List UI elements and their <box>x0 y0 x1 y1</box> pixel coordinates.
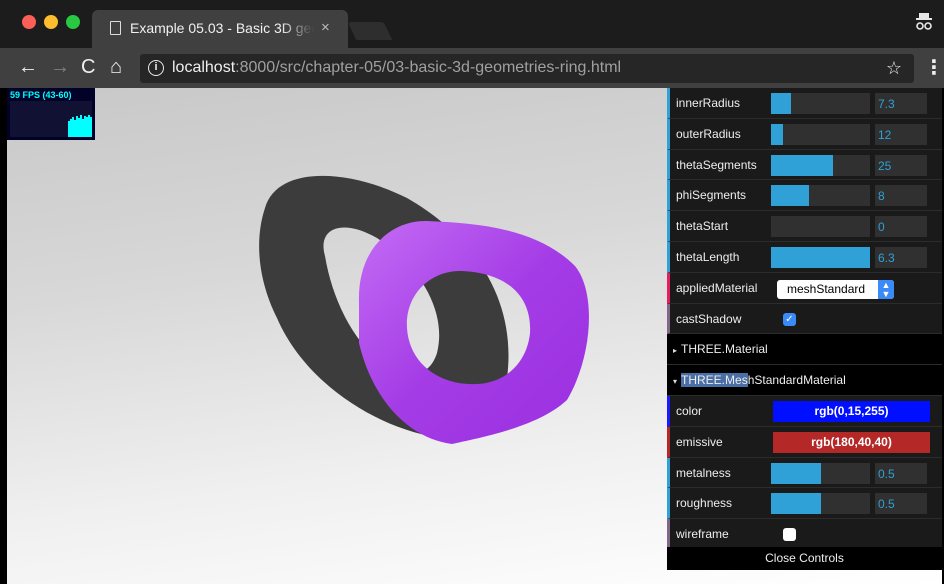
innerRadius-input[interactable]: 7.3 <box>875 93 927 114</box>
controls-panel: innerRadius 7.3 outerRadius 12 thetaSegm… <box>667 88 942 570</box>
slider-fill <box>771 185 809 207</box>
folder-three-material[interactable]: ▸ THREE.Material <box>667 334 942 366</box>
url-text[interactable]: localhost:8000/src/chapter-05/03-basic-3… <box>172 59 621 77</box>
control-castShadow: castShadow ✓ <box>667 303 942 335</box>
phiSegments-slider[interactable] <box>771 185 870 207</box>
slider-fill <box>771 246 870 268</box>
page-icon <box>110 21 121 35</box>
slider-fill <box>771 123 783 145</box>
url-host: localhost <box>172 59 236 76</box>
slider-fill <box>771 462 821 484</box>
control-label: appliedMaterial <box>676 280 758 295</box>
roughness-slider[interactable] <box>771 493 870 515</box>
control-appliedMaterial: appliedMaterial meshStandard ▲ ▼ <box>667 272 942 304</box>
fps-bar <box>90 117 92 137</box>
control-wireframe: wireframe <box>667 519 942 550</box>
tab-title: Example 05.03 - Basic 3D geometries - Ri… <box>130 20 314 36</box>
maximize-window-button[interactable] <box>66 15 80 29</box>
control-label: thetaLength <box>676 249 740 264</box>
new-tab-button[interactable] <box>347 22 393 40</box>
thetaStart-input[interactable]: 0 <box>875 216 927 238</box>
home-button[interactable]: ⌂ <box>110 55 122 79</box>
bookmark-star-icon[interactable]: ☆ <box>886 58 902 79</box>
control-label: phiSegments <box>676 188 747 203</box>
outerRadius-slider[interactable] <box>771 123 870 145</box>
thetaStart-slider[interactable] <box>771 216 870 238</box>
control-thetaLength: thetaLength 6.3 <box>667 241 942 273</box>
back-button[interactable]: ← <box>18 55 38 79</box>
minimize-window-button[interactable] <box>44 15 58 29</box>
reload-button[interactable]: C <box>81 55 95 79</box>
browser-menu-button[interactable]: ⋮ <box>924 56 944 80</box>
folder-label-selected: THREE.Mes <box>681 373 748 388</box>
close-window-button[interactable] <box>22 15 36 29</box>
control-label: roughness <box>676 496 733 511</box>
wireframe-checkbox[interactable] <box>783 528 796 542</box>
slider-fill <box>771 493 821 515</box>
roughness-input[interactable]: 0.5 <box>875 493 927 515</box>
fps-label: 59 FPS (43-60) <box>10 90 72 100</box>
slider-fill <box>771 93 791 114</box>
control-thetaStart: thetaStart 0 <box>667 211 942 242</box>
control-phiSegments: phiSegments 8 <box>667 180 942 212</box>
folder-label-rest: hStandardMaterial <box>747 373 846 388</box>
metalness-slider[interactable] <box>771 462 870 484</box>
control-label: color <box>676 403 703 418</box>
address-bar[interactable]: i localhost:8000/src/chapter-05/03-basic… <box>140 54 914 83</box>
forward-button[interactable]: → <box>50 55 70 79</box>
appliedMaterial-select[interactable]: meshStandard ▲ ▼ <box>777 279 894 299</box>
metalness-input[interactable]: 0.5 <box>875 462 927 484</box>
folder-label: THREE.Material <box>681 342 768 357</box>
thetaLength-slider[interactable] <box>771 246 870 268</box>
select-arrows-icon: ▲ ▼ <box>878 279 894 299</box>
control-label: wireframe <box>676 527 729 542</box>
control-label: outerRadius <box>676 126 741 141</box>
color-swatch[interactable]: rgb(0,15,255) <box>773 400 930 422</box>
control-emissive: emissive rgb(180,40,40) <box>667 426 942 458</box>
caret-right-icon: ▸ <box>673 346 678 356</box>
thetaLength-input[interactable]: 6.3 <box>875 246 927 268</box>
select-value: meshStandard <box>787 281 866 296</box>
folder-title: ▸ THREE.Material <box>673 342 768 356</box>
control-color: color rgb(0,15,255) <box>667 395 942 427</box>
phiSegments-input[interactable]: 8 <box>875 185 927 207</box>
url-path: :8000/src/chapter-05/03-basic-3d-geometr… <box>235 59 622 76</box>
browser-tab[interactable]: Example 05.03 - Basic 3D geometries - Ri… <box>92 10 348 48</box>
control-label: castShadow <box>676 311 742 326</box>
control-label: thetaSegments <box>676 157 757 172</box>
control-label: thetaStart <box>676 219 729 234</box>
close-controls-button[interactable]: Close Controls <box>667 547 942 570</box>
outerRadius-input[interactable]: 12 <box>875 123 927 145</box>
tab-close-button[interactable]: × <box>321 19 330 36</box>
fps-graph <box>10 101 92 137</box>
castShadow-checkbox[interactable]: ✓ <box>783 312 796 326</box>
control-label: metalness <box>676 465 731 480</box>
control-thetaSegments: thetaSegments 25 <box>667 149 942 181</box>
control-label: emissive <box>676 434 723 449</box>
emissive-swatch[interactable]: rgb(180,40,40) <box>773 431 930 453</box>
folder-title: ▾ THREE.MeshStandardMaterial <box>673 373 846 388</box>
control-outerRadius: outerRadius 12 <box>667 118 942 150</box>
folder-mesh-standard-material[interactable]: ▾ THREE.MeshStandardMaterial <box>667 365 942 396</box>
control-roughness: roughness 0.5 <box>667 488 942 520</box>
incognito-icon <box>914 10 934 34</box>
control-innerRadius: innerRadius 7.3 <box>667 88 942 119</box>
info-icon[interactable]: i <box>148 60 164 76</box>
slider-fill <box>771 154 834 176</box>
caret-down-icon: ▾ <box>673 377 678 387</box>
browser-titlebar: Example 05.03 - Basic 3D geometries - Ri… <box>0 0 944 48</box>
thetaSegments-input[interactable]: 25 <box>875 154 927 176</box>
thetaSegments-slider[interactable] <box>771 154 870 176</box>
control-label: innerRadius <box>676 96 741 110</box>
innerRadius-slider[interactable] <box>771 93 870 114</box>
browser-toolbar: ← → C ⌂ i localhost:8000/src/chapter-05/… <box>0 48 944 88</box>
control-metalness: metalness 0.5 <box>667 457 942 489</box>
fps-stats-panel[interactable]: 59 FPS (43-60) <box>7 88 95 140</box>
